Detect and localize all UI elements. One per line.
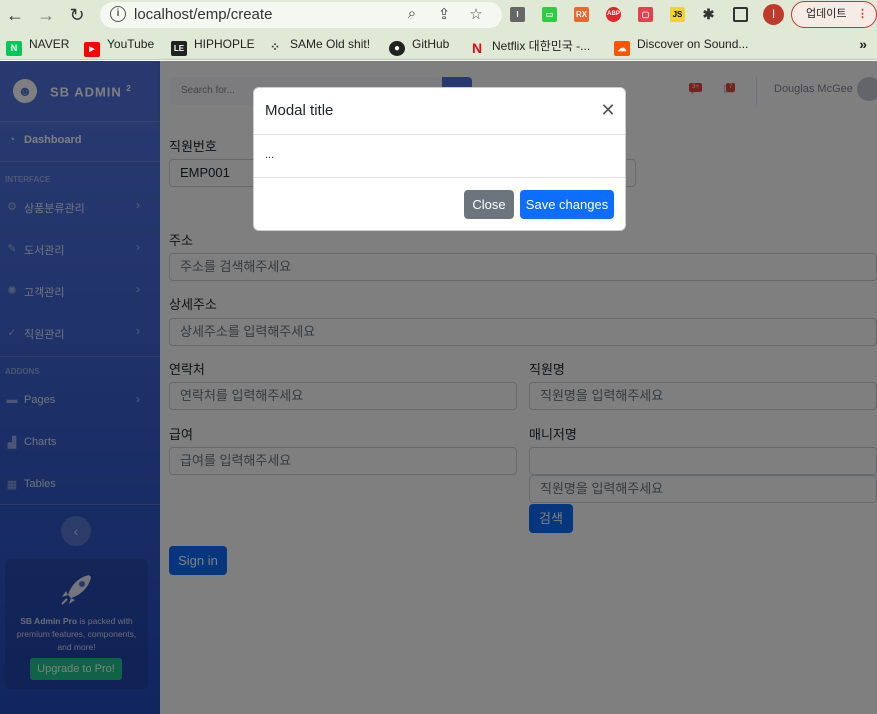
bookmarks-bar: N NAVER ▶ YouTube LE HIPHOPLE ⁘ SAMe Old shi… <box>0 31 877 60</box>
close-icon[interactable]: ✕ <box>598 100 618 120</box>
modal-header: Modal title ✕ <box>254 88 625 135</box>
close-button[interactable]: Close <box>464 190 514 219</box>
extension-red-icon[interactable]: ▢ <box>638 7 653 22</box>
bookmarks-more-icon[interactable]: » <box>859 36 867 52</box>
bookmark-label: SAMe Old shit! <box>290 37 371 51</box>
puzzle-icon[interactable]: ✱ <box>701 7 716 22</box>
bookmark-hiphople[interactable]: LE HIPHOPLE <box>171 37 255 56</box>
extension-js-icon[interactable]: JS <box>670 7 685 22</box>
bookmark-youtube[interactable]: ▶ YouTube <box>84 37 155 57</box>
bookmark-same[interactable]: ⁘ SAMe Old shit! <box>267 37 370 54</box>
extension-i-icon[interactable]: I <box>510 7 525 22</box>
address-bar[interactable]: i localhost/emp/create ⌕ ⇪ ☆ <box>100 2 502 28</box>
browser-toolbar: ← → ↻ i localhost/emp/create ⌕ ⇪ ☆ I ▭ R… <box>0 0 877 31</box>
bookmark-label: GitHub <box>412 37 450 51</box>
bookmark-soundcloud[interactable]: ☁ Discover on Sound... <box>614 37 749 56</box>
extension-green-icon[interactable]: ▭ <box>542 7 557 22</box>
zoom-icon[interactable]: ⌕ <box>402 5 422 22</box>
modal-dialog: Modal title ✕ ... Close Save changes <box>253 87 626 231</box>
netflix-icon: N <box>471 40 483 56</box>
naver-icon: N <box>6 41 22 56</box>
modal-body-text: ... <box>265 149 275 161</box>
bookmark-label: Netflix 대한민국 -... <box>492 39 591 53</box>
youtube-icon: ▶ <box>84 42 100 57</box>
bookmark-naver[interactable]: N NAVER <box>6 37 70 56</box>
github-icon: ● <box>389 41 405 56</box>
share-icon[interactable]: ⇪ <box>434 5 454 23</box>
bookmark-star-icon[interactable]: ☆ <box>466 5 486 23</box>
site-info-icon[interactable]: i <box>110 6 126 22</box>
extension-rx-icon[interactable]: RX <box>574 7 589 22</box>
update-button[interactable]: 업데이트 ⋮ <box>791 1 877 28</box>
same-icon: ⁘ <box>269 40 281 54</box>
bookmark-github[interactable]: ● GitHub <box>389 37 450 56</box>
forward-icon[interactable]: → <box>35 4 57 26</box>
sidepanel-icon[interactable] <box>733 7 748 22</box>
bookmark-label: NAVER <box>29 37 70 51</box>
menu-dots-icon[interactable]: ⋮ <box>857 2 868 27</box>
save-changes-button[interactable]: Save changes <box>520 190 614 219</box>
url-text[interactable]: localhost/emp/create <box>134 6 272 23</box>
bookmark-label: YouTube <box>107 37 155 51</box>
soundcloud-icon: ☁ <box>614 41 630 56</box>
profile-avatar[interactable]: I <box>763 4 784 25</box>
bookmark-label: HIPHOPLE <box>194 37 255 51</box>
back-icon[interactable]: ← <box>4 4 26 26</box>
modal-title: Modal title <box>265 102 334 119</box>
bookmark-netflix[interactable]: N Netflix 대한민국 -... <box>469 37 591 56</box>
bookmark-label: Discover on Sound... <box>637 37 749 51</box>
update-label: 업데이트 <box>806 8 847 20</box>
adblock-icon[interactable]: ABP <box>606 7 621 22</box>
hiphople-icon: LE <box>171 41 187 56</box>
modal-body: ... <box>254 135 625 178</box>
reload-icon[interactable]: ↻ <box>66 4 88 26</box>
